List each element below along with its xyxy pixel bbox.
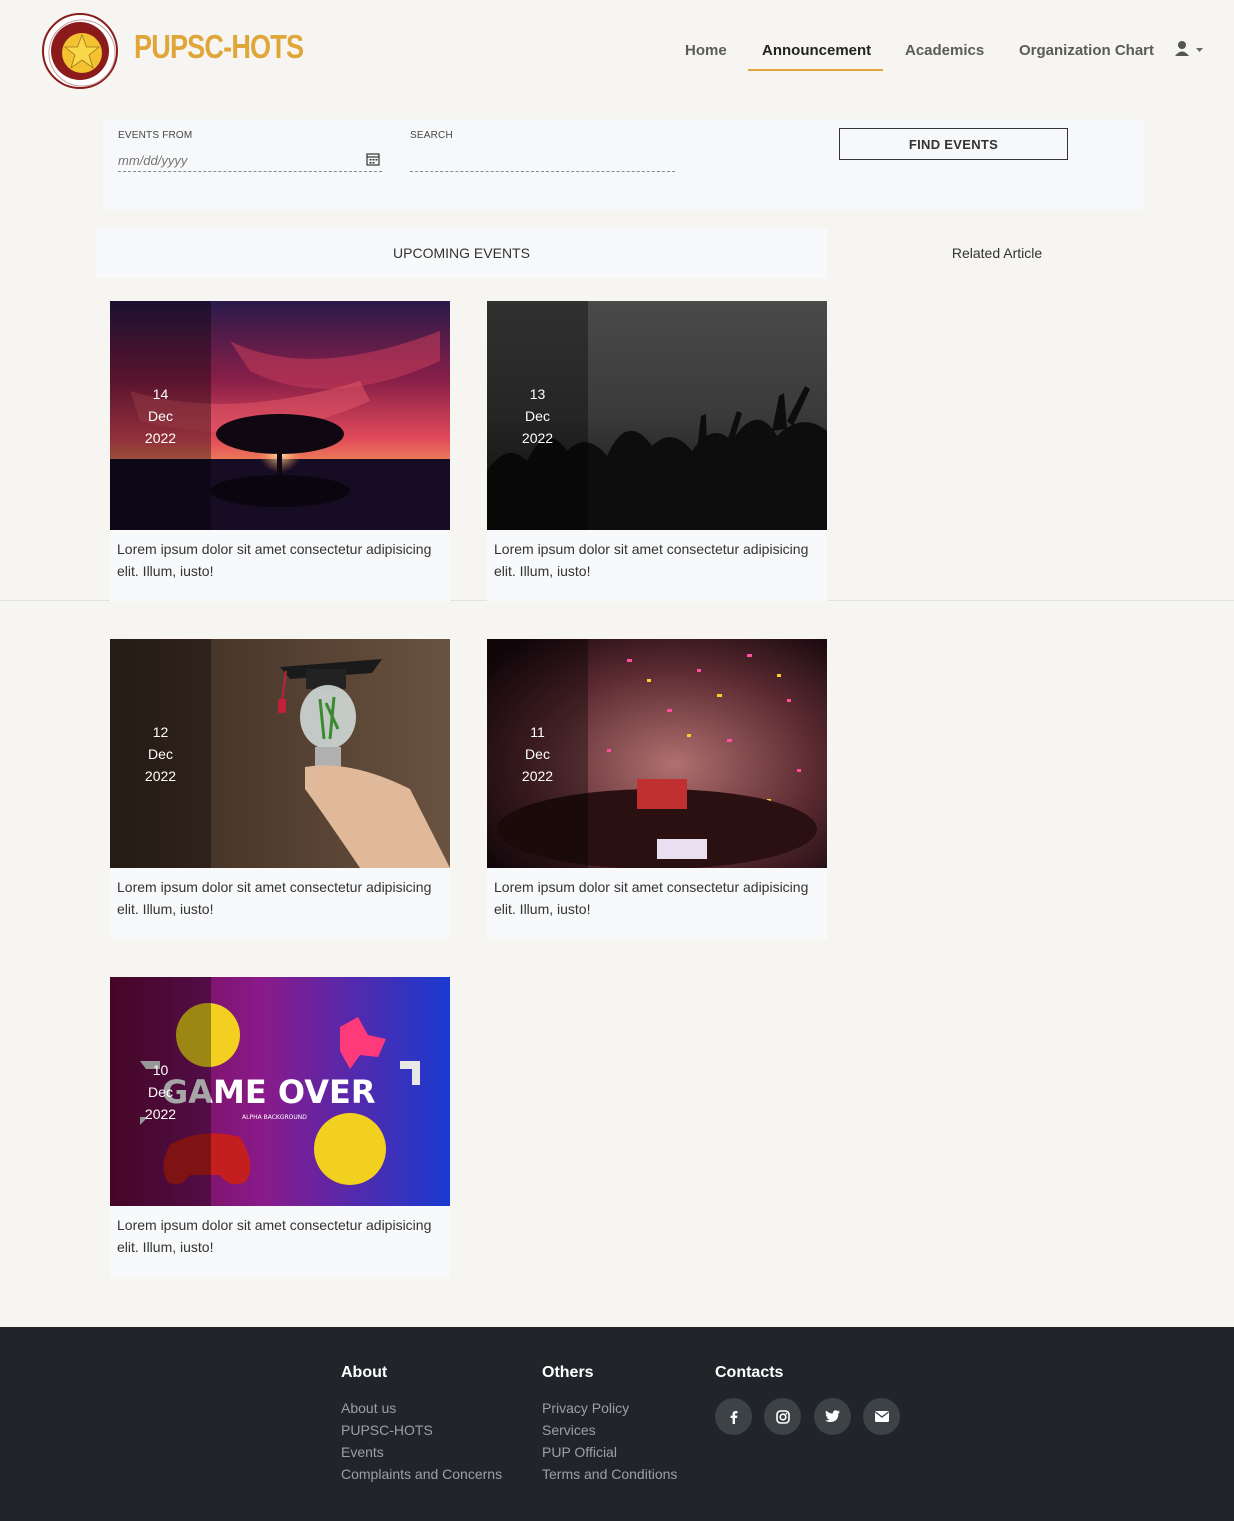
event-day: 14 xyxy=(152,385,169,402)
chevron-down-icon xyxy=(1196,48,1203,52)
event-month: Dec xyxy=(148,745,173,762)
search-input[interactable] xyxy=(410,150,675,172)
user-menu-dropdown[interactable] xyxy=(1175,40,1207,60)
nav-announcement[interactable]: Announcement xyxy=(762,42,871,59)
footer-link-privacy-policy[interactable]: Privacy Policy xyxy=(542,1400,629,1416)
university-seal-logo[interactable] xyxy=(42,13,118,89)
footer-link-services[interactable]: Services xyxy=(542,1422,596,1438)
email-icon[interactable] xyxy=(863,1398,900,1435)
event-description: Lorem ipsum dolor sit amet consectetur a… xyxy=(494,541,809,579)
event-year: 2022 xyxy=(144,429,177,446)
event-description: Lorem ipsum dolor sit amet consectetur a… xyxy=(117,541,432,579)
footer-link-complaints[interactable]: Complaints and Concerns xyxy=(341,1466,502,1482)
site-header: PUPSC-HOTS Home Announcement Academics O… xyxy=(0,0,1234,100)
events-from-date-input[interactable] xyxy=(118,150,382,172)
event-date-overlay: 14 Dec 2022 xyxy=(110,301,211,530)
event-day: 13 xyxy=(529,385,546,402)
event-date-overlay: 10 Dec 2022 xyxy=(110,977,211,1206)
event-date-overlay: 13 Dec 2022 xyxy=(487,301,588,530)
event-description: Lorem ipsum dolor sit amet consectetur a… xyxy=(117,1217,432,1255)
footer-link-terms[interactable]: Terms and Conditions xyxy=(542,1466,677,1482)
event-card[interactable]: 14 Dec 2022 Lorem ipsum dolor sit amet c… xyxy=(110,301,450,601)
events-from-label: EVENTS FROM xyxy=(118,130,193,141)
footer-contacts-title: Contacts xyxy=(715,1364,784,1381)
event-month: Dec xyxy=(148,407,173,424)
tab-upcoming-events[interactable]: UPCOMING EVENTS xyxy=(96,228,827,278)
event-card[interactable]: 13 Dec 2022 Lorem ipsum dolor sit amet c… xyxy=(487,301,827,601)
event-date-overlay: 11 Dec 2022 xyxy=(487,639,588,868)
instagram-icon[interactable] xyxy=(764,1398,801,1435)
event-date-overlay: 12 Dec 2022 xyxy=(110,639,211,868)
event-month: Dec xyxy=(525,745,550,762)
user-icon xyxy=(1175,41,1203,56)
event-year: 2022 xyxy=(521,429,554,446)
tab-related-article[interactable]: Related Article xyxy=(880,228,1114,278)
event-year: 2022 xyxy=(144,767,177,784)
nav-organization-chart[interactable]: Organization Chart xyxy=(1019,42,1154,59)
nav-academics[interactable]: Academics xyxy=(905,42,984,59)
event-month: Dec xyxy=(148,1083,173,1100)
event-description: Lorem ipsum dolor sit amet consectetur a… xyxy=(494,879,809,917)
event-month: Dec xyxy=(525,407,550,424)
event-card[interactable]: 11 Dec 2022 Lorem ipsum dolor sit amet c… xyxy=(487,639,827,939)
find-events-button[interactable]: FIND EVENTS xyxy=(839,128,1068,160)
event-card[interactable]: GAME OVER ALPHA BACKGROUND 10 Dec 2022 L… xyxy=(110,977,450,1277)
brand-name[interactable]: PUPSC-HOTS xyxy=(134,28,304,66)
nav-home[interactable]: Home xyxy=(685,42,727,59)
game-over-subtext: ALPHA BACKGROUND xyxy=(242,1114,307,1121)
footer-link-pupsc-hots[interactable]: PUPSC-HOTS xyxy=(341,1422,433,1438)
event-card[interactable]: 12 Dec 2022 Lorem ipsum dolor sit amet c… xyxy=(110,639,450,939)
facebook-icon[interactable] xyxy=(715,1398,752,1435)
twitter-icon[interactable] xyxy=(814,1398,851,1435)
calendar-icon[interactable] xyxy=(366,152,380,166)
search-label: SEARCH xyxy=(410,130,453,141)
site-footer: About About us PUPSC-HOTS Events Complai… xyxy=(0,1327,1234,1521)
footer-link-pup-official[interactable]: PUP Official xyxy=(542,1444,617,1460)
event-day: 12 xyxy=(152,723,169,740)
event-year: 2022 xyxy=(521,767,554,784)
footer-about-title: About xyxy=(341,1364,388,1381)
event-description: Lorem ipsum dolor sit amet consectetur a… xyxy=(117,879,432,917)
active-nav-underline xyxy=(748,69,883,71)
event-year: 2022 xyxy=(144,1105,177,1122)
footer-link-events[interactable]: Events xyxy=(341,1444,384,1460)
event-day: 10 xyxy=(152,1061,169,1078)
event-day: 11 xyxy=(530,723,545,740)
footer-others-title: Others xyxy=(542,1364,594,1381)
footer-link-about-us[interactable]: About us xyxy=(341,1400,396,1416)
